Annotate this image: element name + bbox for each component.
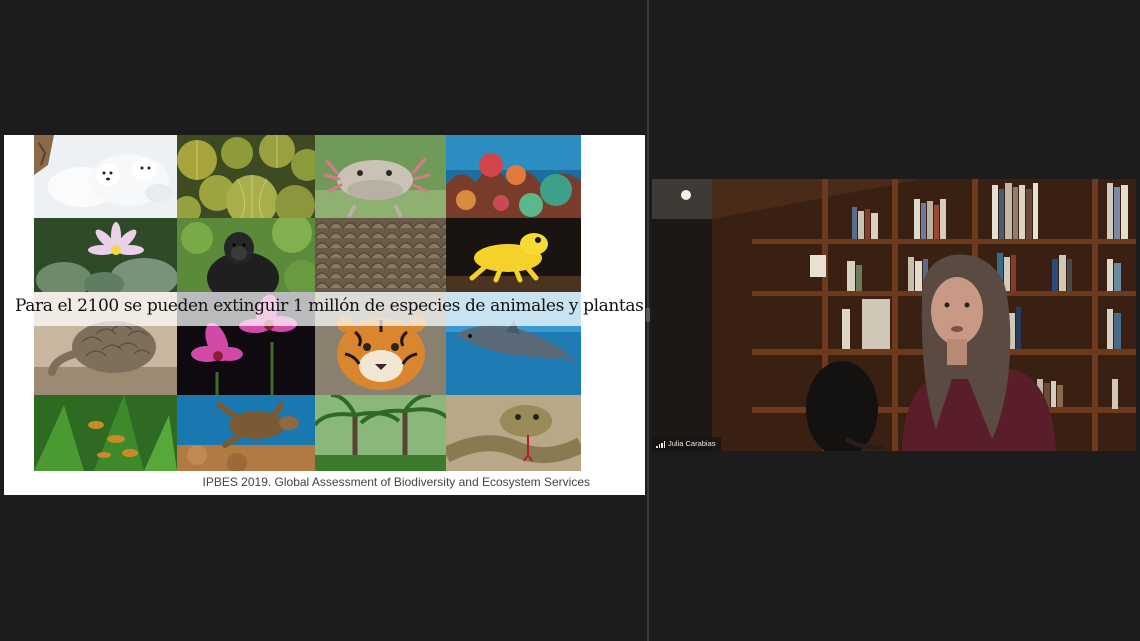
participant-name-tag: Julia Carabias [652,437,721,451]
coral-reef-photo [446,135,581,218]
pangolin-scales-photo [315,218,446,292]
slide-source: IPBES 2019. Global Assessment of Biodive… [202,475,590,489]
cactus-flower-photo [34,218,177,292]
participant-video[interactable]: Julia Carabias [652,179,1136,451]
meeting-stage: Para el 2100 se pueden extinguir 1 milló… [0,0,1140,641]
butterflies-photo [34,395,177,471]
poison-frog-photo [446,218,581,292]
shared-slide: Para el 2100 se pueden extinguir 1 milló… [4,135,645,495]
participant-name: Julia Carabias [668,439,716,448]
sea-turtle-photo [177,395,315,471]
axolotl-photo [315,135,446,218]
signal-bars-icon [656,440,665,448]
tree-ferns-photo [315,395,446,471]
slide-caption: Para el 2100 se pueden extinguir 1 milló… [15,296,644,316]
polar-bears-photo [34,135,177,218]
cactus-photo [177,135,315,218]
pane-divider-handle[interactable] [646,308,650,322]
snake-photo [446,395,581,471]
gorilla-photo [177,218,315,292]
video-frame [652,179,1136,451]
